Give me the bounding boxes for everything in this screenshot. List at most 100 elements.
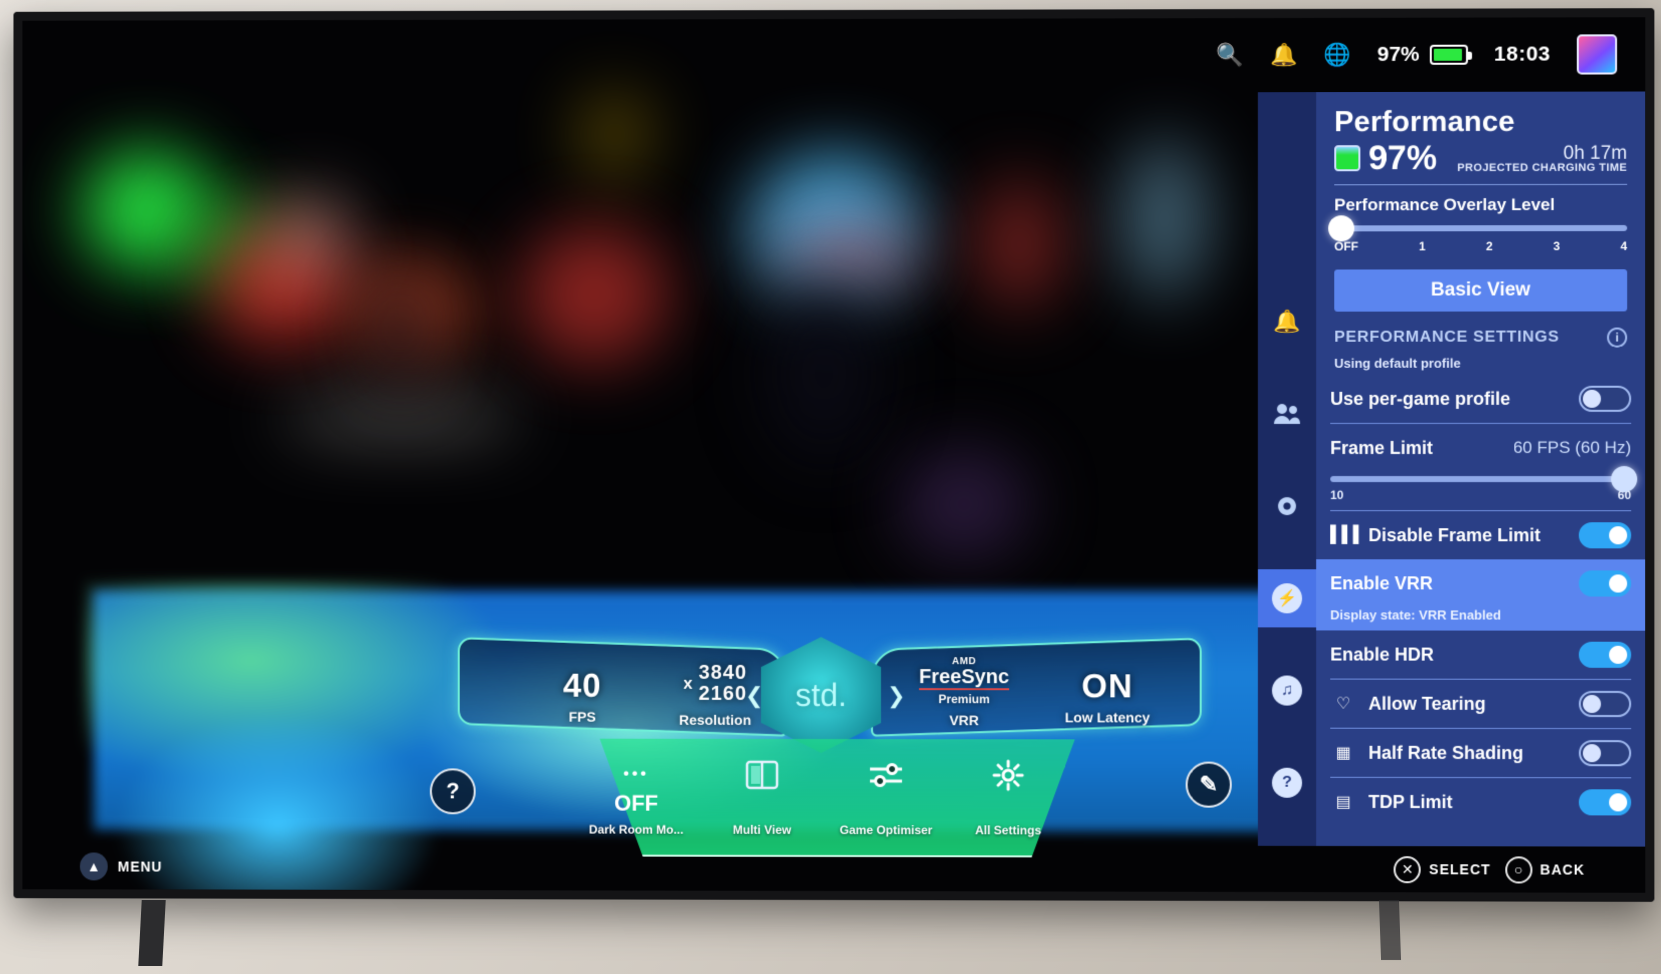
status-bar: 🔍 🔔 🌐 97% 18:03 [22, 17, 1645, 94]
overlay-tick-4: 4 [1620, 239, 1628, 254]
tray-item-game-optimiser[interactable]: Game Optimiser [821, 755, 951, 837]
game-bar-overlay: 40 FPS x 3840 2160 Resolution AMD FreeSy… [429, 631, 1232, 862]
low-latency-value: ON [1081, 667, 1134, 705]
fps-value: 40 [563, 666, 602, 704]
avatar[interactable] [1576, 34, 1618, 75]
disable-frame-limit-label: Disable Frame Limit [1368, 524, 1541, 545]
pencil-icon: ✎ [1199, 771, 1218, 797]
playstation-icon: ▲ [79, 852, 108, 881]
frame-limit-label: Frame Limit [1330, 437, 1433, 458]
rail-item-performance[interactable]: ⚡ [1257, 569, 1317, 628]
allow-tearing-toggle[interactable] [1578, 690, 1632, 718]
enable-hdr-toggle[interactable] [1578, 641, 1632, 668]
music-note-icon: ♫ [1271, 675, 1303, 706]
performance-settings-header: PERFORMANCE SETTINGS i [1316, 311, 1645, 348]
frame-limit-slider[interactable] [1316, 466, 1645, 493]
enable-vrr-label: Enable VRR [1330, 572, 1433, 593]
preset-next-arrow-icon[interactable]: ❯ [887, 683, 905, 709]
vrr-stat: AMD FreeSync Premium VRR [889, 656, 1039, 729]
row-disable-frame-limit[interactable]: ▌▌▌ Disable Frame Limit [1316, 511, 1645, 559]
basic-view-button[interactable]: Basic View [1334, 269, 1628, 312]
bottom-bar: ▲ MENU ✕ SELECT ○ BACK [22, 843, 1645, 892]
panel-battery-value: 97% [1368, 139, 1437, 178]
tv-stand-left [138, 900, 166, 966]
row-allow-tearing[interactable]: ♡ Allow Tearing [1316, 680, 1645, 729]
search-icon[interactable]: 🔍 [1216, 42, 1244, 68]
battery-icon [1429, 44, 1468, 65]
enable-hdr-label: Enable HDR [1330, 643, 1434, 665]
use-per-game-profile-toggle[interactable] [1578, 385, 1632, 412]
row-tdp-limit[interactable]: ▤ TDP Limit [1316, 778, 1645, 827]
bars-icon: ▌▌▌ [1330, 526, 1365, 544]
game-optimiser-label: Game Optimiser [839, 823, 933, 838]
split-panel-icon [697, 755, 827, 795]
globe-icon[interactable]: 🌐 [1324, 42, 1352, 68]
rail-item-help[interactable]: ? [1258, 754, 1316, 812]
rail-item-sound[interactable]: ♫ [1258, 661, 1316, 719]
dark-room-mode-value: OFF [614, 790, 659, 816]
button-hints: ✕ SELECT ○ BACK [1393, 855, 1645, 884]
frame-limit-knob[interactable] [1611, 466, 1638, 493]
overlay-level-track[interactable] [1328, 215, 1628, 242]
sliders-icon [821, 755, 951, 795]
tray-item-dark-room-mode[interactable]: ••• OFF Dark Room Mo... [571, 755, 701, 837]
resolution-width: 3840 [698, 661, 748, 684]
enable-vrr-toggle[interactable] [1578, 570, 1632, 597]
basic-view-label: Basic View [1430, 279, 1531, 301]
overlay-tick-2: 2 [1485, 239, 1493, 254]
menu-button[interactable]: ▲ MENU [22, 852, 163, 881]
select-hint[interactable]: ✕ SELECT [1393, 855, 1491, 883]
cross-button-icon: ✕ [1393, 855, 1422, 883]
select-label: SELECT [1429, 861, 1491, 878]
rail-item-settings[interactable] [1258, 477, 1316, 535]
edit-button[interactable]: ✎ [1185, 761, 1232, 808]
back-hint[interactable]: ○ BACK [1504, 855, 1585, 884]
frame-limit-ticks: 10 60 [1316, 482, 1645, 502]
overlay-level-slider[interactable]: OFF 1 2 3 4 [1316, 215, 1645, 253]
all-settings-label: All Settings [975, 823, 1042, 838]
tdp-limit-toggle[interactable] [1578, 789, 1632, 816]
row-half-rate-shading[interactable]: ▦ Half Rate Shading [1316, 729, 1645, 778]
resolution-multiply-sign: x [683, 673, 693, 693]
rail-item-friends[interactable] [1258, 385, 1316, 443]
battery-percent: 97% [1377, 42, 1420, 66]
bell-icon[interactable]: 🔔 [1270, 42, 1298, 68]
tdp-limit-label: TDP Limit [1368, 791, 1453, 812]
freesync-tier: Premium [938, 692, 990, 707]
charging-time-label: PROJECTED CHARGING TIME [1457, 162, 1628, 175]
half-rate-shading-toggle[interactable] [1578, 740, 1632, 767]
tray-item-all-settings[interactable]: All Settings [943, 755, 1073, 837]
info-icon[interactable]: i [1606, 327, 1628, 348]
row-frame-limit[interactable]: Frame Limit 60 FPS (60 Hz) [1316, 424, 1645, 472]
battery-status: 97% [1377, 43, 1468, 67]
freesync-logo: AMD FreeSync Premium [889, 656, 1039, 707]
panel-title: Performance [1334, 105, 1515, 139]
low-latency-stat: ON Low Latency [1037, 667, 1177, 726]
control-center-rail: 🔔 ⚡ ♫ ? [1257, 92, 1317, 846]
chip-icon: ▤ [1335, 793, 1351, 811]
back-label: BACK [1540, 861, 1585, 878]
low-latency-label: Low Latency [1064, 709, 1150, 726]
overlay-level-title: Performance Overlay Level [1334, 195, 1555, 215]
clock: 18:03 [1493, 42, 1551, 66]
row-use-per-game-profile[interactable]: Use per-game profile [1316, 375, 1645, 423]
help-icon: ? [1271, 767, 1303, 798]
frame-limit-track[interactable] [1330, 466, 1638, 493]
preset-prev-arrow-icon[interactable]: ❮ [745, 683, 763, 709]
frame-limit-min: 10 [1330, 488, 1344, 503]
row-enable-vrr[interactable]: Enable VRR [1316, 559, 1646, 608]
bolt-icon: ⚡ [1271, 583, 1303, 614]
television: 40 FPS x 3840 2160 Resolution AMD FreeSy… [13, 8, 1655, 902]
panel-battery: 97% [1334, 139, 1437, 178]
help-button[interactable]: ? [429, 768, 476, 815]
control-center-panel: 🔔 ⚡ ♫ ? Performance 97% 0h 17m PROJECTED… [1257, 91, 1646, 847]
disable-frame-limit-toggle[interactable] [1578, 522, 1632, 549]
menu-label: MENU [117, 858, 163, 875]
tray-item-multi-view[interactable]: Multi View [697, 755, 827, 837]
overlay-level-knob[interactable] [1328, 215, 1355, 242]
vrr-label: VRR [949, 712, 979, 729]
row-enable-hdr[interactable]: Enable HDR [1316, 630, 1645, 678]
circle-button-icon: ○ [1504, 855, 1532, 884]
rail-item-notifications[interactable]: 🔔 [1258, 293, 1316, 351]
tv-screen: 40 FPS x 3840 2160 Resolution AMD FreeSy… [22, 17, 1646, 893]
